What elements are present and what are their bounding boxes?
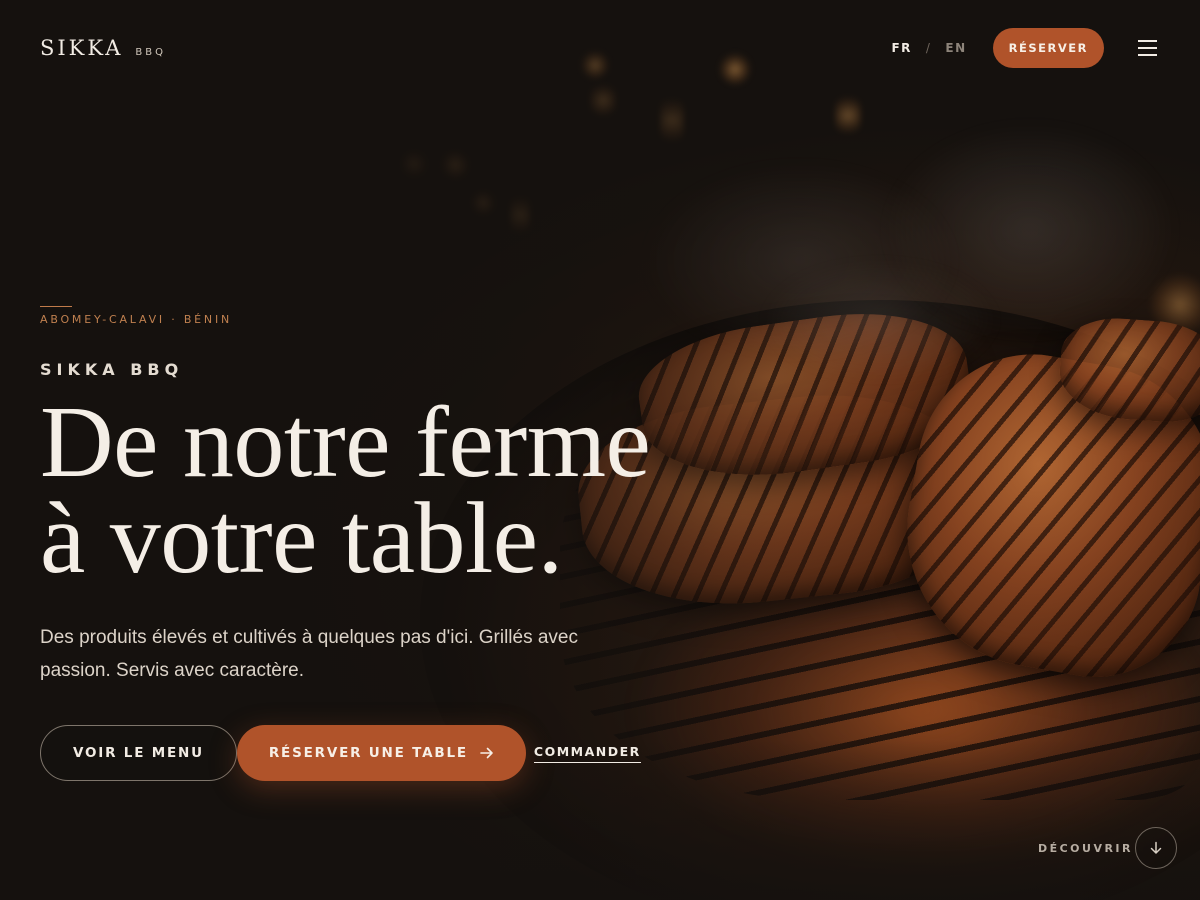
discover-label: DÉCOUVRIR [1037,841,1133,855]
location-divider [40,306,72,307]
logo-subtitle: BBQ [135,47,166,58]
lang-en-option[interactable]: EN [945,41,966,55]
arrow-right-icon [480,747,494,759]
hero-brand-name: SIKKA BBQ [40,360,184,379]
hero-cta-group: VOIR LE MENU RÉSERVER UNE TABLE COMMANDE… [40,725,700,781]
hero-tagline: Des produits élevés et cultivés à quelqu… [40,627,579,681]
reserve-table-button[interactable]: RÉSERVER UNE TABLE [236,725,526,781]
header-actions: FR / EN RÉSERVER [891,28,1160,68]
site-logo[interactable]: SIKKA BBQ [40,36,166,60]
hero-location: ABOMEY-CALAVI · BÉNIN [40,313,233,326]
language-switcher: FR / EN [891,41,966,55]
headline-line-2: à votre table. [40,482,563,595]
arrow-down-icon[interactable] [1135,827,1177,869]
order-link[interactable]: COMMANDER [533,744,641,763]
lang-separator: / [925,41,932,55]
header-reserve-button[interactable]: RÉSERVER [992,28,1104,68]
hamburger-menu-icon[interactable] [1138,39,1160,57]
logo-wordmark: SIKKA [40,36,124,60]
headline-line-1: De notre ferme [40,386,651,499]
lang-fr-option[interactable]: FR [891,41,911,55]
hero-headline: De notre ferme à votre table. [40,386,700,595]
site-header: SIKKA BBQ FR / EN RÉSERVER [0,0,1200,96]
view-menu-button[interactable]: VOIR LE MENU [40,725,237,781]
hero-section: ABOMEY-CALAVI · BÉNIN SIKKA BBQ De notre… [40,306,700,781]
reserve-table-label: RÉSERVER UNE TABLE [268,745,468,761]
discover-scroll-cue[interactable]: DÉCOUVRIR [1038,827,1177,869]
